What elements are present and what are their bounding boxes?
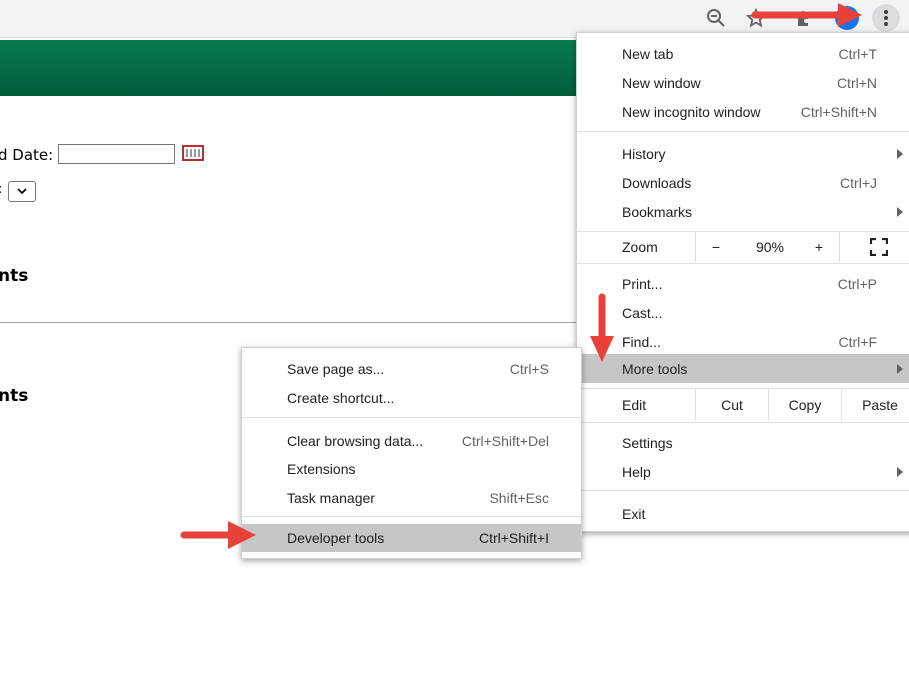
annotation-arrows	[180, 3, 862, 549]
arrow-to-developer-tools	[180, 521, 256, 549]
arrow-to-more-tools	[590, 293, 614, 362]
arrow-to-menu-button	[751, 3, 862, 27]
